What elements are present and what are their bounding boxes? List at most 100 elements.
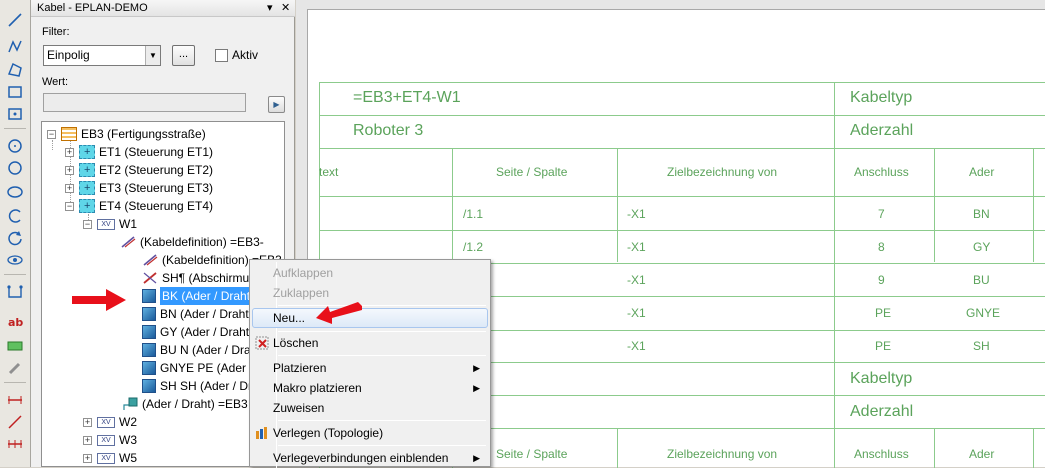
svg-text:ab: ab bbox=[8, 316, 23, 329]
polygon-tool-icon[interactable] bbox=[5, 60, 25, 80]
aktiv-checkbox[interactable] bbox=[215, 49, 228, 62]
dimension-aligned-icon[interactable] bbox=[5, 412, 25, 432]
wire-icon bbox=[142, 343, 156, 357]
tree-node-w2[interactable]: + XV W2 bbox=[83, 413, 137, 431]
menu-label: Verlegeverbindungen einblenden bbox=[273, 451, 449, 465]
tree-node-label: ET4 (Steuerung ET4) bbox=[99, 199, 214, 213]
rectangle-tool-icon[interactable] bbox=[5, 82, 25, 102]
menu-item-loeschen[interactable]: Löschen bbox=[252, 333, 488, 353]
menu-item-zuweisen[interactable]: Zuweisen bbox=[252, 398, 488, 418]
menu-label: Verlegen (Topologie) bbox=[273, 426, 384, 440]
kabeltyp-label: Kabeltyp bbox=[850, 89, 913, 106]
expand-icon[interactable]: + bbox=[83, 417, 92, 427]
column-header-text: text bbox=[319, 165, 339, 179]
connection-tool-icon[interactable] bbox=[5, 282, 25, 302]
column-header-ader-2: Ader bbox=[969, 447, 995, 461]
collapse-icon[interactable]: − bbox=[47, 129, 56, 139]
panel-close-icon[interactable]: ✕ bbox=[281, 0, 290, 17]
expand-icon[interactable]: + bbox=[65, 147, 74, 157]
panel-title: Kabel - EPLAN-DEMO bbox=[37, 2, 148, 14]
expand-icon[interactable]: + bbox=[83, 453, 92, 463]
line-tool-icon[interactable] bbox=[5, 10, 25, 30]
dimension-horizontal-icon[interactable] bbox=[5, 390, 25, 410]
tree-item-wire-bk[interactable]: BK (Ader / Draht) = bbox=[142, 287, 267, 305]
rectangle-center-tool-icon[interactable] bbox=[5, 104, 25, 124]
menu-item-platzieren[interactable]: Platzieren ▶ bbox=[252, 358, 488, 378]
menu-item-verlegen[interactable]: Verlegen (Topologie) bbox=[252, 423, 488, 443]
tree-node-w5[interactable]: + XV W5 bbox=[83, 449, 137, 466]
cable-icon: XV bbox=[97, 452, 115, 464]
tree-item-wire-bn[interactable]: BN (Ader / Draht) = bbox=[142, 305, 263, 323]
column-header-seite-2: Seite / Spalte bbox=[496, 447, 568, 461]
circle-tool-icon[interactable] bbox=[5, 136, 25, 156]
menu-label: Zuklappen bbox=[273, 286, 330, 300]
cable-icon: XV bbox=[97, 416, 115, 428]
cell-anschluss: 8 bbox=[878, 240, 885, 254]
tree-node-w1[interactable]: − XV W1 bbox=[83, 215, 137, 233]
dimension-chain-icon[interactable] bbox=[5, 434, 25, 454]
cable-icon: XV bbox=[97, 434, 115, 446]
ellipse-tool-icon[interactable] bbox=[5, 182, 25, 202]
tree-node-et3[interactable]: + ET3 (Steuerung ET3) bbox=[65, 179, 213, 197]
cell-ziel: -X1 bbox=[627, 339, 646, 353]
menu-label: Neu... bbox=[273, 311, 306, 325]
filter-more-button[interactable]: ... bbox=[172, 45, 195, 66]
wire-icon bbox=[142, 361, 156, 375]
cell-ziel: -X1 bbox=[627, 207, 646, 221]
cell-seite: /1.1 bbox=[463, 207, 484, 221]
menu-item-zuklappen[interactable]: Zuklappen bbox=[252, 283, 488, 303]
cable-definition-icon bbox=[142, 253, 158, 267]
wire-icon bbox=[142, 307, 156, 321]
tree-node-et2[interactable]: + ET2 (Steuerung ET2) bbox=[65, 161, 213, 179]
menu-item-aufklappen[interactable]: Aufklappen bbox=[252, 263, 488, 283]
expand-icon[interactable]: + bbox=[65, 165, 74, 175]
shield-icon bbox=[142, 271, 158, 285]
tree-item-wire-sh[interactable]: SH SH (Ader / Drah bbox=[142, 377, 265, 395]
tree-node-label: ET1 (Steuerung ET1) bbox=[99, 145, 214, 159]
circle-3pt-tool-icon[interactable] bbox=[5, 158, 25, 178]
menu-item-verlegeverbindungen[interactable]: Verlegeverbindungen einblenden ▶ bbox=[252, 448, 488, 468]
tree-node-root[interactable]: − EB3 (Fertigungsstraße) bbox=[47, 125, 206, 143]
cell-anschluss: 9 bbox=[878, 273, 885, 287]
arc-tool-icon[interactable] bbox=[5, 206, 25, 226]
cell-ader: GY bbox=[973, 240, 991, 254]
menu-item-makro-platzieren[interactable]: Makro platzieren ▶ bbox=[252, 378, 488, 398]
expand-icon[interactable]: + bbox=[65, 183, 74, 193]
chevron-down-icon[interactable]: ▼ bbox=[145, 46, 160, 65]
tree-item-wire-gy[interactable]: GY (Ader / Draht) = bbox=[142, 323, 263, 341]
menu-item-neu[interactable]: Neu... bbox=[252, 308, 488, 328]
tree-item-shield[interactable]: SH¶ (Abschirmung bbox=[142, 269, 262, 287]
eye-icon[interactable] bbox=[5, 250, 25, 270]
wert-input[interactable] bbox=[43, 93, 246, 112]
tree-item-cable-def-1[interactable]: (Kabeldefinition) =EB3- bbox=[120, 233, 264, 251]
collapse-icon[interactable]: − bbox=[83, 219, 92, 229]
submenu-arrow-icon: ▶ bbox=[473, 453, 480, 463]
red-arrow-icon bbox=[72, 289, 126, 311]
play-icon[interactable]: ▶ bbox=[268, 96, 285, 113]
rotate-tool-icon[interactable] bbox=[5, 228, 25, 248]
menu-label: Aufklappen bbox=[273, 266, 334, 280]
polyline-tool-icon[interactable] bbox=[5, 36, 25, 56]
wire-icon bbox=[142, 379, 156, 393]
collapse-icon[interactable]: − bbox=[65, 201, 74, 211]
tree-node-label: W1 bbox=[119, 217, 137, 231]
expand-icon[interactable]: + bbox=[83, 435, 92, 445]
tree-node-et1[interactable]: + ET1 (Steuerung ET1) bbox=[65, 143, 213, 161]
location-icon bbox=[79, 179, 95, 197]
wrench-icon[interactable] bbox=[5, 358, 25, 378]
tree-item-wire-unnamed[interactable]: (Ader / Draht) =EB3 bbox=[122, 395, 248, 413]
column-header-ziel-2: Zielbezeichnung von bbox=[667, 447, 778, 461]
cell-seite: /1.2 bbox=[463, 240, 484, 254]
tree-node-label: W5 bbox=[119, 451, 137, 465]
tree-node-w3[interactable]: + XV W3 bbox=[83, 431, 137, 449]
tree-node-et4[interactable]: − ET4 (Steuerung ET4) bbox=[65, 197, 213, 215]
tree-item-wire-bu[interactable]: BU N (Ader / Draht) bbox=[142, 341, 265, 359]
submenu-arrow-icon: ▶ bbox=[473, 383, 480, 393]
image-tool-icon[interactable] bbox=[5, 336, 25, 356]
tree-node-label: ET3 (Steuerung ET3) bbox=[99, 181, 214, 195]
text-tool-icon[interactable]: ab bbox=[5, 312, 25, 332]
panel-menu-icon[interactable]: ▾ bbox=[267, 0, 273, 17]
cell-ziel: -X1 bbox=[627, 273, 646, 287]
cell-ader: BN bbox=[973, 207, 990, 221]
filter-select[interactable]: Einpolig ▼ bbox=[43, 45, 161, 66]
